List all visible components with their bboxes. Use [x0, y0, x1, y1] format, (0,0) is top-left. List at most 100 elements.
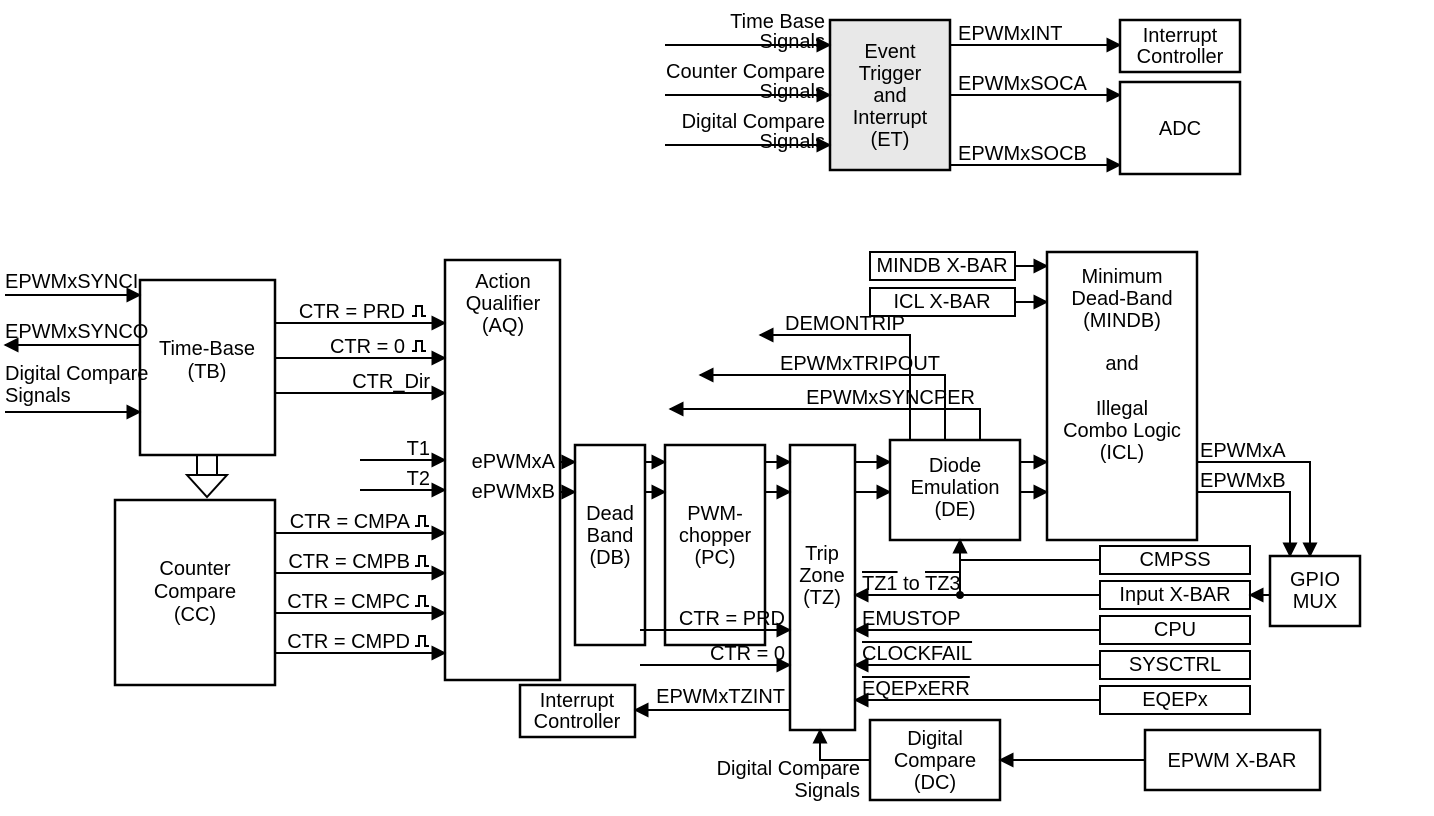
svg-text:EMUSTOP: EMUSTOP — [862, 608, 961, 630]
svg-text:Compare: Compare — [154, 581, 236, 603]
epwm-outputs: EPWMxA EPWMxB — [1197, 440, 1310, 556]
svg-text:Interrupt: Interrupt — [1143, 25, 1218, 47]
trip-zone-block: Trip Zone (TZ) — [790, 445, 855, 730]
svg-text:CTR = CMPA: CTR = CMPA — [290, 511, 411, 533]
sysctrl-box: SYSCTRL CLOCKFAIL — [855, 643, 1250, 679]
svg-text:Signals: Signals — [759, 81, 825, 103]
counter-compare-block: Counter Compare (CC) — [115, 500, 275, 685]
svg-text:chopper: chopper — [679, 525, 752, 547]
svg-text:(ICL): (ICL) — [1100, 442, 1144, 464]
svg-text:(DE): (DE) — [934, 499, 975, 521]
mindb-bar: MINDB X-BAR — [870, 252, 1047, 280]
svg-text:MUX: MUX — [1293, 591, 1337, 613]
svg-text:TZ1 to TZ3: TZ1 to TZ3 — [862, 573, 961, 595]
de-signals: DEMONTRIP EPWMxTRIPOUT EPWMxSYNCPER — [670, 313, 980, 440]
svg-text:Qualifier: Qualifier — [466, 293, 541, 315]
svg-text:(ET): (ET) — [871, 129, 910, 151]
svg-text:EQEPxERR: EQEPxERR — [862, 678, 970, 700]
svg-text:Signals: Signals — [759, 131, 825, 153]
svg-text:SYSCTRL: SYSCTRL — [1129, 654, 1221, 676]
svg-text:CTR = 0: CTR = 0 — [330, 336, 405, 358]
svg-text:Counter: Counter — [159, 558, 230, 580]
dead-band-block: Dead Band (DB) — [575, 445, 645, 645]
action-qualifier-block: Action Qualifier (AQ) ePWMxA ePWMxB — [445, 260, 560, 680]
svg-text:Combo Logic: Combo Logic — [1063, 420, 1181, 442]
svg-text:Trigger: Trigger — [859, 63, 922, 85]
cpu-box: CPU EMUSTOP — [855, 608, 1250, 644]
svg-text:CTR = CMPC: CTR = CMPC — [287, 591, 410, 613]
svg-text:ADC: ADC — [1159, 118, 1201, 140]
digital-compare-block: Digital Compare (DC) Digital Compare Sig… — [717, 720, 1000, 802]
svg-text:MINDB X-BAR: MINDB X-BAR — [876, 255, 1007, 277]
svg-text:CLOCKFAIL: CLOCKFAIL — [862, 643, 972, 665]
svg-text:CTR = 0: CTR = 0 — [710, 643, 785, 665]
svg-text:T1: T1 — [407, 438, 430, 460]
gpio-mux-block: GPIO MUX — [1270, 556, 1360, 626]
time-base-block: Time-Base (TB) — [140, 280, 275, 455]
adc-block: ADC — [1120, 82, 1240, 174]
et-outputs: EPWMxINT EPWMxSOCA EPWMxSOCB — [950, 23, 1120, 165]
svg-text:EPWMxSYNCI: EPWMxSYNCI — [5, 271, 138, 293]
svg-text:Digital: Digital — [907, 728, 963, 750]
svg-text:(DC): (DC) — [914, 772, 956, 794]
svg-text:Zone: Zone — [799, 565, 845, 587]
svg-text:Band: Band — [587, 525, 634, 547]
svg-text:CTR = CMPD: CTR = CMPD — [287, 631, 410, 653]
svg-text:EPWMxA: EPWMxA — [1200, 440, 1286, 462]
svg-text:ePWMxA: ePWMxA — [472, 451, 556, 473]
svg-text:EPWMxTZINT: EPWMxTZINT — [656, 686, 785, 708]
svg-text:EPWMxSOCA: EPWMxSOCA — [958, 73, 1088, 95]
svg-text:EPWMxSYNCO: EPWMxSYNCO — [5, 321, 148, 343]
svg-text:EPWMxB: EPWMxB — [1200, 470, 1286, 492]
svg-text:EPWMxSYNCPER: EPWMxSYNCPER — [806, 387, 975, 409]
interrupt-controller-bottom: Interrupt Controller EPWMxTZINT — [520, 685, 790, 737]
svg-text:Interrupt: Interrupt — [540, 690, 615, 712]
svg-text:Signals: Signals — [759, 31, 825, 53]
svg-text:CMPSS: CMPSS — [1139, 549, 1210, 571]
svg-text:Controller: Controller — [534, 711, 621, 733]
svg-text:EPWM X-BAR: EPWM X-BAR — [1168, 750, 1297, 772]
mindb-icl-block: Minimum Dead-Band (MINDB) and Illegal Co… — [1047, 252, 1197, 540]
svg-text:CTR = PRD: CTR = PRD — [299, 301, 405, 323]
svg-text:(PC): (PC) — [694, 547, 735, 569]
svg-text:Counter Compare: Counter Compare — [666, 61, 825, 83]
tb-left-signals: EPWMxSYNCI EPWMxSYNCO Digital Compare Si… — [5, 271, 148, 412]
svg-text:and: and — [1105, 353, 1138, 375]
svg-text:(DB): (DB) — [589, 547, 630, 569]
svg-text:CTR = CMPB: CTR = CMPB — [288, 551, 410, 573]
svg-text:CTR = PRD: CTR = PRD — [679, 608, 785, 630]
svg-text:Controller: Controller — [1137, 46, 1224, 68]
tb-to-aq: CTR = PRD CTR = 0 CTR_Dir — [275, 301, 445, 393]
svg-text:Digital Compare: Digital Compare — [5, 363, 148, 385]
svg-text:GPIO: GPIO — [1290, 569, 1340, 591]
icl-bar: ICL X-BAR — [870, 288, 1047, 316]
svg-text:ePWMxB: ePWMxB — [472, 481, 555, 503]
t1-t2: T1 T2 — [360, 438, 445, 490]
svg-text:Signals: Signals — [794, 780, 860, 802]
svg-text:Event: Event — [864, 41, 916, 63]
svg-text:Time Base: Time Base — [730, 11, 825, 33]
svg-text:Input X-BAR: Input X-BAR — [1119, 584, 1230, 606]
eqep-box: EQEPx EQEPxERR — [855, 678, 1250, 714]
svg-text:Dead-Band: Dead-Band — [1071, 288, 1172, 310]
svg-text:Diode: Diode — [929, 455, 981, 477]
svg-text:(TB): (TB) — [188, 361, 227, 383]
svg-text:Digital Compare: Digital Compare — [682, 111, 825, 133]
et-block: Event Trigger and Interrupt (ET) — [830, 20, 950, 170]
interrupt-controller-top: Interrupt Controller — [1120, 20, 1240, 72]
svg-text:Action: Action — [475, 271, 531, 293]
svg-text:ICL X-BAR: ICL X-BAR — [893, 291, 990, 313]
svg-text:EPWMxINT: EPWMxINT — [958, 23, 1062, 45]
svg-text:T2: T2 — [407, 468, 430, 490]
svg-text:Compare: Compare — [894, 750, 976, 772]
tb-to-cc-arrow — [187, 455, 227, 497]
svg-text:(CC): (CC) — [174, 604, 216, 626]
svg-text:PWM-: PWM- — [687, 503, 743, 525]
svg-text:Minimum: Minimum — [1081, 266, 1162, 288]
svg-text:CTR_Dir: CTR_Dir — [352, 371, 430, 393]
svg-text:(AQ): (AQ) — [482, 315, 524, 337]
svg-text:Signals: Signals — [5, 385, 71, 407]
svg-text:Time-Base: Time-Base — [159, 338, 255, 360]
svg-text:EQEPx: EQEPx — [1142, 689, 1208, 711]
svg-text:Interrupt: Interrupt — [853, 107, 928, 129]
